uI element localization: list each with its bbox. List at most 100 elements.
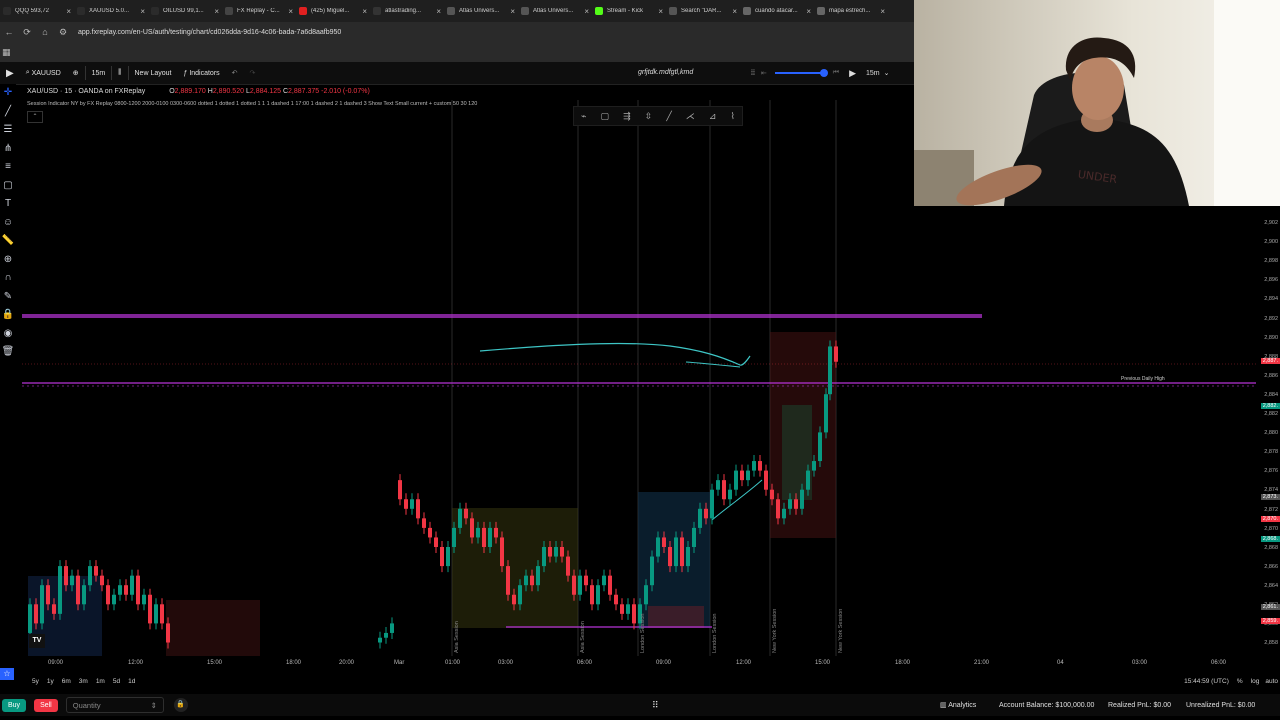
browser-tab[interactable]: OILUSD 99,1... ×: [148, 0, 222, 22]
range-button[interactable]: 1m: [92, 678, 109, 685]
drawing-floating-toolbar: ⌁ ▢ ⇶ ⇳ ╱ ⋌ ⊿ ⌇: [573, 106, 743, 126]
range-button[interactable]: 3m: [75, 678, 92, 685]
tab-label: QQQ 593,72: [15, 8, 50, 14]
candle-body: [602, 575, 606, 586]
close-tab-icon[interactable]: ×: [214, 7, 219, 16]
path-icon[interactable]: ⌇: [730, 111, 734, 122]
chevron-down-icon[interactable]: ⌄: [884, 69, 890, 77]
redo-icon[interactable]: ↷: [244, 62, 262, 84]
buy-button[interactable]: Buy: [2, 698, 27, 712]
browser-tab[interactable]: Atlas Univers... ×: [444, 0, 518, 22]
url-field[interactable]: app.fxreplay.com/en-US/auth/testing/char…: [78, 29, 341, 36]
interval-button[interactable]: 15m: [86, 62, 112, 84]
candle-body: [834, 346, 838, 362]
indicators-button[interactable]: ƒ Indicators: [177, 62, 225, 84]
candle-body: [788, 499, 792, 509]
close-tab-icon[interactable]: ×: [510, 7, 515, 16]
candle-body: [410, 499, 414, 509]
brush-icon[interactable]: ⌁: [581, 111, 586, 122]
indicator-legend[interactable]: Session Indicator NY by FX Replay 0800-1…: [27, 101, 477, 107]
browser-tab[interactable]: atlastrading... ×: [370, 0, 444, 22]
step-back-icon[interactable]: ⇤: [761, 69, 767, 77]
skip-back-icon[interactable]: ⏮: [833, 69, 839, 77]
price-scale[interactable]: 2,902 2,900 2,898 2,896 2,894 2,892 2,890 2,888…: [1256, 210, 1280, 660]
drag-handle-icon[interactable]: ⁞⁞: [751, 70, 755, 77]
candle-body: [524, 575, 528, 586]
replay-speed-slider[interactable]: [774, 69, 828, 77]
candle-type-icon[interactable]: ⫼: [112, 62, 127, 84]
play-icon[interactable]: ▶: [849, 68, 856, 79]
sell-button[interactable]: Sell: [34, 698, 58, 712]
fib-tool-icon[interactable]: ⋌: [686, 111, 695, 122]
site-info-icon[interactable]: ⚙: [54, 27, 72, 38]
candle-body: [130, 575, 134, 595]
lock-icon[interactable]: 🔒: [173, 698, 188, 712]
position-tool-icon[interactable]: ⇶: [623, 111, 631, 122]
legend-symbol: XAU/USD · 15 · OANDA on FXReplay: [27, 88, 146, 95]
browser-tab[interactable]: cuando atacar... ×: [740, 0, 814, 22]
close-tab-icon[interactable]: ×: [436, 7, 441, 16]
collapse-legend-button[interactable]: ⌃: [27, 111, 43, 123]
new-layout-button[interactable]: New Layout: [129, 62, 178, 84]
auto-toggle[interactable]: auto: [1265, 678, 1278, 685]
freehand-drawing-2[interactable]: [685, 361, 741, 368]
close-tab-icon[interactable]: ×: [66, 7, 71, 16]
globe-icon: [743, 7, 751, 15]
tab-label: OILUSD 99,1...: [163, 8, 204, 14]
log-toggle[interactable]: log: [1251, 678, 1260, 685]
time-label: 06:00: [577, 660, 593, 666]
reload-icon[interactable]: ⟳: [18, 27, 36, 38]
apps-grid-icon[interactable]: ▦: [2, 47, 11, 58]
range-button[interactable]: 5y: [28, 678, 43, 685]
range-button[interactable]: 5d: [109, 678, 124, 685]
browser-tab[interactable]: QQQ 593,72 ×: [0, 0, 74, 22]
close-tab-icon[interactable]: ×: [732, 7, 737, 16]
candle-body: [548, 547, 552, 557]
stepper-icon[interactable]: ⇕: [150, 701, 156, 710]
tab-label: FX Replay - C...: [237, 8, 280, 14]
range-buttons: 5y 1y 6m 3m 1m 5d 1d: [28, 678, 139, 685]
range-button[interactable]: 1d: [124, 678, 139, 685]
candle-body: [734, 470, 738, 490]
time-label: 03:00: [498, 660, 514, 666]
close-tab-icon[interactable]: ×: [806, 7, 811, 16]
home-icon[interactable]: ⌂: [36, 27, 54, 37]
quantity-input[interactable]: Quantity ⇕: [65, 697, 164, 713]
browser-tab[interactable]: Stream - Kick ×: [592, 0, 666, 22]
rectangle-tool-icon[interactable]: ▢: [601, 111, 610, 122]
session-label: London Session: [712, 613, 718, 653]
price-tag: 2,873.: [1260, 494, 1280, 500]
candle-body: [800, 489, 804, 509]
add-symbol-icon[interactable]: ⊕: [67, 62, 85, 84]
browser-tab[interactable]: mapa estrech... ×: [814, 0, 888, 22]
symbol-search[interactable]: ⌕ XAUUSD: [20, 62, 67, 84]
range-button[interactable]: 6m: [58, 678, 75, 685]
browser-tab[interactable]: FX Replay - C... ×: [222, 0, 296, 22]
step-interval-select[interactable]: 15m: [866, 70, 880, 77]
browser-tab[interactable]: (425) Miguel... ×: [296, 0, 370, 22]
back-icon[interactable]: ←: [0, 27, 18, 37]
browser-tab[interactable]: XAUUSD 5.0... ×: [74, 0, 148, 22]
close-tab-icon[interactable]: ×: [362, 7, 367, 16]
browser-tab[interactable]: Atlas Univers... ×: [518, 0, 592, 22]
candle-body: [446, 547, 450, 567]
undo-icon[interactable]: ↶: [226, 62, 244, 84]
tab-label: Search "DAR...: [681, 8, 722, 14]
analytics-button[interactable]: ▥ Analytics: [940, 701, 976, 709]
candle-body: [106, 585, 110, 605]
range-button[interactable]: 1y: [43, 678, 58, 685]
candle-body: [112, 594, 116, 605]
percent-toggle[interactable]: %: [1237, 678, 1243, 685]
price-label: 2,882: [1264, 411, 1278, 417]
line-tool-icon[interactable]: ╱: [666, 111, 671, 122]
grid-icon[interactable]: ⠿: [652, 700, 659, 711]
close-tab-icon[interactable]: ×: [140, 7, 145, 16]
close-tab-icon[interactable]: ×: [288, 7, 293, 16]
close-tab-icon[interactable]: ×: [658, 7, 663, 16]
close-tab-icon[interactable]: ×: [880, 7, 885, 16]
measure-icon[interactable]: ⊿: [709, 111, 717, 122]
utc-clock[interactable]: 15:44:59 (UTC): [1184, 678, 1229, 685]
browser-tab[interactable]: Search "DAR... ×: [666, 0, 740, 22]
range-tool-icon[interactable]: ⇳: [645, 111, 653, 122]
close-tab-icon[interactable]: ×: [584, 7, 589, 16]
